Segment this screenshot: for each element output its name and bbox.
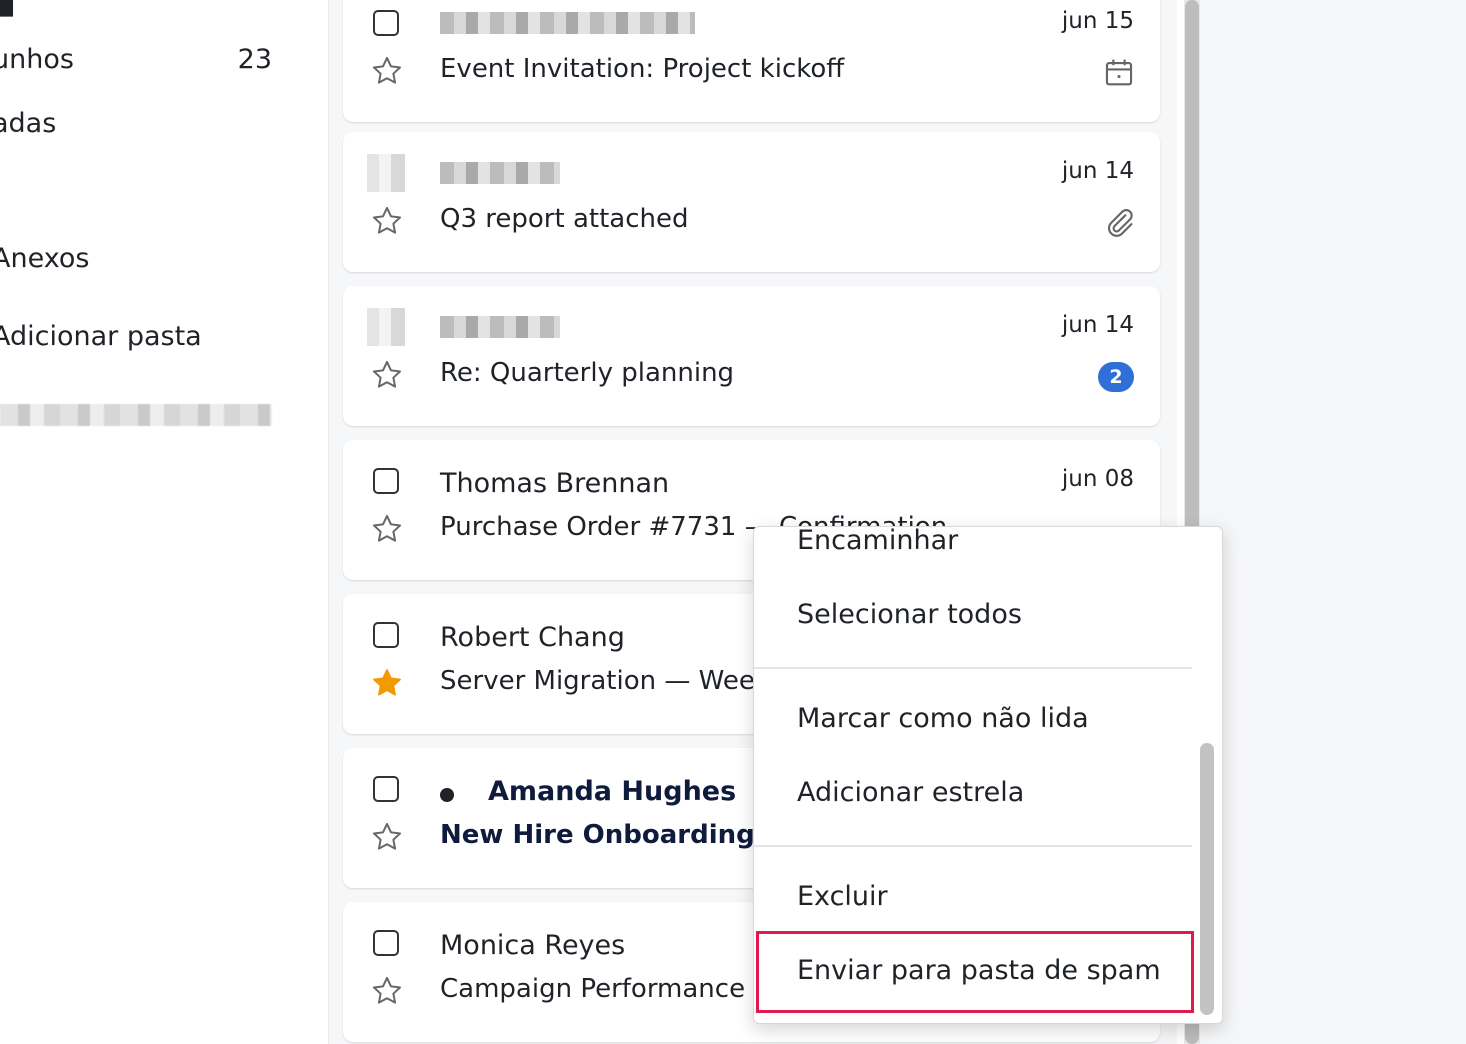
sidebar-item-sent[interactable]: adas — [0, 108, 56, 139]
star-icon[interactable] — [370, 512, 404, 546]
unread-dot — [440, 788, 454, 802]
sidebar-item-drafts[interactable]: unhos — [0, 44, 74, 75]
avatar — [367, 308, 405, 346]
email-sender: Thomas Brennan — [440, 468, 670, 499]
email-sender: Amanda Hughes — [488, 776, 737, 807]
star-icon[interactable] — [370, 974, 404, 1008]
paperclip-icon — [1108, 209, 1133, 237]
menu-item-mark-unread[interactable]: Marcar como não lida — [797, 703, 1089, 734]
reading-pane — [1200, 0, 1466, 1044]
select-checkbox[interactable] — [373, 930, 399, 956]
sidebar-item-add-folder[interactable]: Adicionar pasta — [0, 321, 202, 352]
redacted-sender — [440, 162, 560, 184]
email-sender: Monica Reyes — [440, 930, 626, 961]
email-date: jun 14 — [1061, 312, 1134, 338]
email-subject: Q3 report attached — [440, 204, 689, 234]
email-subject: Event Invitation: Project kickoff — [440, 54, 845, 84]
thread-count-badge: 2 — [1098, 362, 1134, 392]
sidebar-item-top-cut[interactable]: █ — [0, 0, 13, 17]
email-date: jun 15 — [1061, 8, 1134, 34]
select-checkbox[interactable] — [373, 622, 399, 648]
select-checkbox[interactable] — [373, 10, 399, 36]
menu-item-report-spam[interactable]: Enviar para pasta de spam — [797, 955, 1161, 986]
menu-scrollbar-thumb[interactable] — [1200, 743, 1214, 1015]
email-subject: Re: Quarterly planning — [440, 358, 735, 388]
sidebar-item-label: adas — [0, 108, 57, 139]
email-item[interactable]: Event Invitation: Project kickoff jun 15 — [343, 0, 1160, 122]
select-checkbox[interactable] — [373, 776, 399, 802]
sidebar: █ unhos 23 adas Anexos Adicionar pasta — [0, 0, 329, 1044]
menu-item-add-star[interactable]: Adicionar estrela — [797, 777, 1024, 808]
star-filled-icon[interactable] — [370, 666, 404, 700]
email-item[interactable]: Q3 report attached jun 14 — [343, 132, 1160, 272]
select-checkbox[interactable] — [373, 468, 399, 494]
email-subject: Server Migration — Weeke — [440, 666, 785, 696]
sidebar-item-label: Anexos — [0, 243, 90, 274]
redacted-account — [0, 404, 272, 426]
calendar-icon — [1105, 59, 1133, 86]
redacted-sender — [440, 12, 695, 34]
email-date: jun 08 — [1061, 466, 1134, 492]
email-sender: Robert Chang — [440, 622, 625, 653]
avatar — [367, 154, 405, 192]
menu-item-forward[interactable]: Encaminhar — [797, 527, 958, 556]
context-menu: Encaminhar Selecionar todos Marcar como … — [753, 526, 1223, 1024]
star-icon[interactable] — [370, 204, 404, 238]
email-date: jun 14 — [1061, 158, 1134, 184]
star-icon[interactable] — [370, 820, 404, 854]
sidebar-item-label: Adicionar pasta — [0, 321, 202, 352]
sidebar-item-attachments[interactable]: Anexos — [0, 243, 89, 274]
star-icon[interactable] — [370, 358, 404, 392]
menu-separator — [754, 845, 1192, 847]
email-subject: Campaign Performance Re — [440, 974, 787, 1004]
sidebar-item-count: 23 — [237, 44, 272, 75]
menu-separator — [754, 667, 1192, 669]
menu-item-select-all[interactable]: Selecionar todos — [797, 599, 1022, 630]
sidebar-item-label: unhos — [0, 44, 74, 75]
menu-item-delete[interactable]: Excluir — [797, 881, 888, 912]
star-icon[interactable] — [370, 54, 404, 88]
redacted-sender — [440, 316, 560, 338]
email-item[interactable]: Re: Quarterly planning jun 14 2 — [343, 286, 1160, 426]
